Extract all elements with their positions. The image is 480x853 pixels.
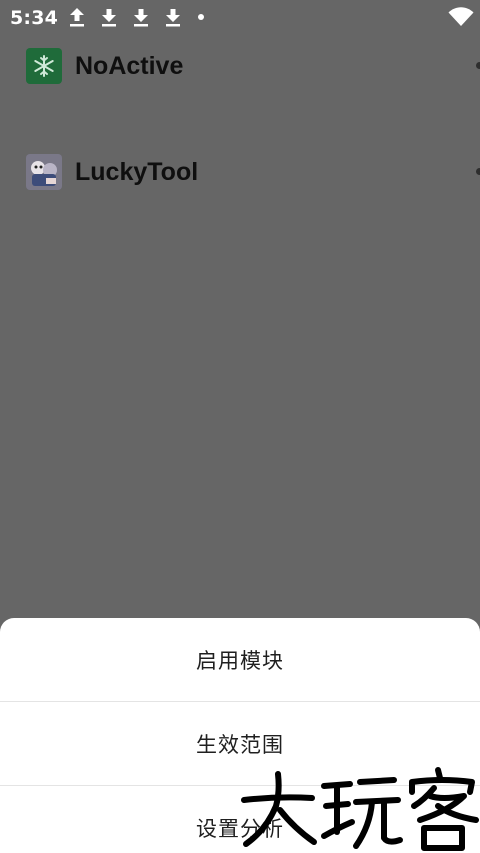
module-name: LuckyTool bbox=[75, 158, 199, 186]
watermark-logo bbox=[241, 767, 479, 851]
status-notification-icons bbox=[68, 6, 204, 28]
row-indicator bbox=[476, 168, 480, 175]
wifi-icon bbox=[448, 7, 474, 26]
status-time: 5:34 bbox=[10, 7, 59, 29]
notification-dot-icon bbox=[198, 14, 204, 20]
module-row-luckytool[interactable]: LuckyTool bbox=[0, 142, 480, 192]
row-indicator bbox=[476, 62, 480, 69]
upload-icon bbox=[70, 8, 84, 27]
download-icon bbox=[134, 9, 148, 27]
snowflake-icon bbox=[26, 48, 62, 84]
download-icon bbox=[102, 9, 116, 27]
module-row-noactive[interactable]: NoActive bbox=[0, 36, 480, 86]
lucky-tool-icon bbox=[26, 154, 62, 190]
download-icon bbox=[166, 9, 180, 27]
module-name: NoActive bbox=[75, 52, 184, 80]
status-bar: 5:34 bbox=[0, 0, 480, 36]
menu-item-enable-module[interactable]: 启用模块 bbox=[0, 618, 480, 701]
